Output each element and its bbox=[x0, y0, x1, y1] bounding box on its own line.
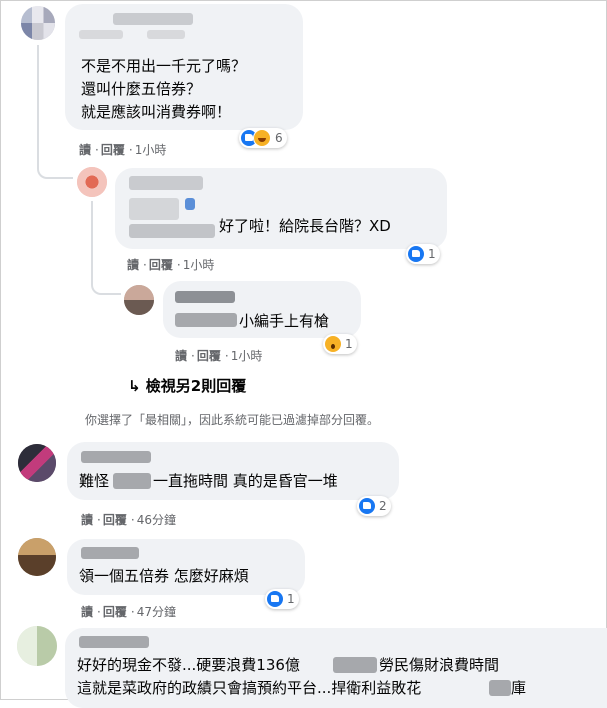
reaction-count: 1 bbox=[345, 337, 353, 351]
avatar[interactable] bbox=[17, 626, 57, 666]
reaction-summary[interactable]: 6 bbox=[239, 128, 287, 148]
comments-panel: 不是不用出一千元了嗎？ 還叫什麼五倍券？ 就是應該叫消費券啊！ 6 讀 · 回覆 · 1… bbox=[0, 0, 607, 708]
comment-time[interactable]: 1小時 bbox=[183, 258, 215, 272]
read-button[interactable]: 讀 bbox=[81, 605, 93, 619]
wow-reaction-icon bbox=[325, 336, 341, 352]
like-reaction-icon bbox=[408, 246, 424, 262]
reply-button[interactable]: 回覆 bbox=[103, 605, 127, 619]
reply-bubble: 好了啦！給院長台階？XD bbox=[115, 168, 447, 249]
comment-text: 好好的現金不發...硬要浪費136億 bbox=[77, 656, 300, 674]
comment-actions: 讀 · 回覆 · 1小時 bbox=[79, 143, 167, 157]
comment-text: 一直拖時間 真的是昏官一堆 bbox=[153, 472, 338, 490]
commenter-name[interactable] bbox=[79, 636, 149, 648]
comment-text: 庫 bbox=[511, 679, 527, 697]
commenter-name[interactable] bbox=[81, 451, 151, 463]
comment-text: 不是不用出一千元了嗎？ bbox=[81, 57, 247, 75]
read-button[interactable]: 讀 bbox=[175, 349, 187, 363]
reply-text: 好了啦！給院長台階？XD bbox=[219, 217, 391, 235]
avatar[interactable] bbox=[21, 6, 55, 40]
comment-text: 就是應該叫消費券啊！ bbox=[81, 103, 232, 121]
comment-time[interactable]: 46分鐘 bbox=[137, 513, 176, 527]
comment-text: 還叫什麼五倍券？ bbox=[81, 80, 202, 98]
avatar[interactable] bbox=[77, 167, 107, 197]
reaction-summary[interactable]: 2 bbox=[357, 496, 391, 516]
comment-bubble: 領一個五倍券 怎麼好麻煩 bbox=[67, 539, 305, 595]
reaction-count: 2 bbox=[379, 499, 387, 513]
read-button[interactable]: 讀 bbox=[79, 143, 91, 157]
filter-notice: 你選擇了「最相關」，因此系統可能已過濾掉部分回覆。 bbox=[85, 413, 380, 427]
reply-button[interactable]: 回覆 bbox=[101, 143, 125, 157]
avatar[interactable] bbox=[18, 444, 56, 482]
comment-time[interactable]: 1小時 bbox=[231, 349, 263, 363]
comment-bubble: 難怪 一直拖時間 真的是昏官一堆 bbox=[67, 442, 399, 500]
reply-text: 小編手上有槍 bbox=[239, 312, 330, 330]
reply-actions: 讀 · 回覆 · 1小時 bbox=[175, 349, 263, 363]
reply-button[interactable]: 回覆 bbox=[197, 349, 221, 363]
read-button[interactable]: 讀 bbox=[127, 258, 139, 272]
avatar[interactable] bbox=[18, 538, 56, 576]
reply-actions: 讀 · 回覆 · 1小時 bbox=[127, 258, 215, 272]
comment-text: 難怪 bbox=[79, 472, 110, 490]
like-reaction-icon bbox=[267, 591, 283, 607]
read-button[interactable]: 讀 bbox=[81, 513, 93, 527]
commenter-name[interactable] bbox=[81, 547, 139, 559]
comment-bubble: 不是不用出一千元了嗎？ 還叫什麼五倍券？ 就是應該叫消費券啊！ bbox=[65, 4, 303, 130]
reaction-summary[interactable]: 1 bbox=[265, 589, 299, 609]
thread-line bbox=[37, 45, 39, 145]
comment-bubble: 好好的現金不發...硬要浪費136億 勞民傷財浪費時間 這就是菜政府的政績只會搞… bbox=[65, 628, 607, 708]
reaction-summary[interactable]: 1 bbox=[406, 244, 440, 264]
commenter-name[interactable] bbox=[175, 291, 235, 303]
comment-text: 這就是菜政府的政績只會搞預約平台...捍衛利益敗花 bbox=[77, 679, 422, 697]
comment-actions: 讀 · 回覆 · 47分鐘 bbox=[81, 605, 176, 619]
reply-bubble: 小編手上有槍 bbox=[163, 281, 361, 338]
thread-connector bbox=[91, 263, 121, 295]
commenter-name[interactable] bbox=[113, 13, 193, 25]
comment-time[interactable]: 1小時 bbox=[135, 143, 167, 157]
reply-button[interactable]: 回覆 bbox=[149, 258, 173, 272]
avatar[interactable] bbox=[124, 285, 154, 315]
view-more-replies-link[interactable]: ↳ 檢視另2則回覆 bbox=[128, 375, 246, 396]
reply-button[interactable]: 回覆 bbox=[103, 513, 127, 527]
commenter-name[interactable] bbox=[129, 176, 203, 190]
reaction-count: 6 bbox=[275, 131, 283, 145]
comment-time[interactable]: 47分鐘 bbox=[137, 605, 176, 619]
reaction-count: 1 bbox=[287, 592, 295, 606]
comment-actions: 讀 · 回覆 · 46分鐘 bbox=[81, 513, 176, 527]
thread-connector bbox=[37, 143, 73, 179]
comment-text: 勞民傷財浪費時間 bbox=[379, 656, 500, 674]
reaction-summary[interactable]: 1 bbox=[323, 334, 357, 354]
comment-text: 領一個五倍券 怎麼好麻煩 bbox=[79, 567, 249, 585]
reaction-count: 1 bbox=[428, 247, 436, 261]
haha-reaction-icon bbox=[253, 129, 271, 147]
like-reaction-icon bbox=[359, 498, 375, 514]
